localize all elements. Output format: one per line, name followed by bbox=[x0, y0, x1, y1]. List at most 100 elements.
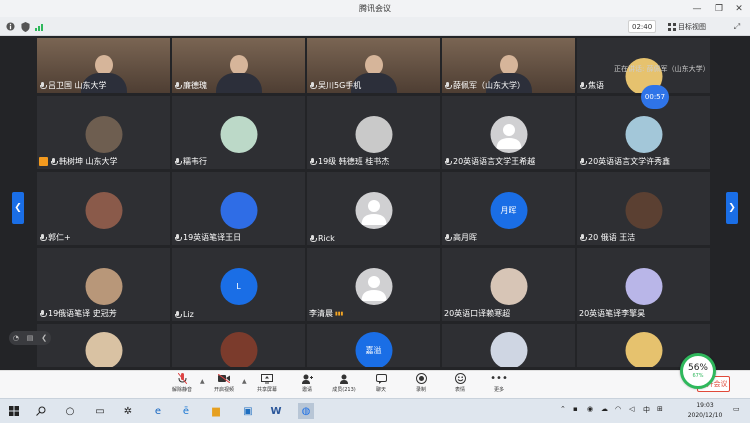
participant-tile[interactable]: 薛佩军（山东大学） bbox=[442, 38, 575, 93]
taskview-icon[interactable]: ○ bbox=[62, 403, 78, 419]
tray-up-icon[interactable]: ⌃ bbox=[560, 405, 566, 413]
participant-tile[interactable]: 吕卫国 山东大学 bbox=[37, 38, 170, 93]
more-button[interactable]: ••• 更多 bbox=[482, 373, 516, 397]
participant-avatar bbox=[490, 116, 527, 153]
mic-icon bbox=[174, 81, 182, 90]
video-label: 开启视频 bbox=[213, 387, 234, 393]
mic-icon bbox=[579, 233, 587, 242]
close-icon[interactable]: ✕ bbox=[728, 0, 750, 17]
volume-icon[interactable]: ◁ bbox=[629, 405, 634, 413]
mute-button[interactable]: 解除静音 bbox=[165, 373, 199, 397]
participant-tile[interactable]: 吴川5G手机 bbox=[307, 38, 440, 93]
participant-tile[interactable]: 月晖 高月晖 bbox=[442, 172, 575, 245]
network-gauge[interactable]: 56% 67% bbox=[680, 353, 716, 389]
participant-tile[interactable]: 19级 韩德班 桂书杰 bbox=[307, 96, 440, 169]
participant-tile[interactable]: 嘉溢 bbox=[307, 324, 440, 367]
record-button[interactable]: 录制 bbox=[404, 373, 438, 397]
next-page-button[interactable]: ❯ bbox=[726, 192, 738, 224]
pinwheel-icon[interactable]: ✲ bbox=[120, 403, 136, 419]
participant-tile[interactable]: 李清晨 ▮▮▮ bbox=[307, 248, 440, 321]
share-screen-label: 共享屏幕 bbox=[256, 387, 277, 393]
reaction-button[interactable]: 表情 bbox=[443, 373, 477, 397]
ie-icon[interactable]: ē bbox=[178, 403, 194, 419]
mic-icon bbox=[39, 81, 47, 90]
collapse-icon[interactable]: ❮ bbox=[41, 334, 47, 342]
headset-icon[interactable]: ◔ bbox=[13, 334, 19, 342]
video-options-caret[interactable]: ▲ bbox=[242, 378, 247, 385]
participant-name: 19级 韩德班 桂书杰 bbox=[309, 156, 389, 167]
participant-tile[interactable] bbox=[442, 324, 575, 367]
members-button[interactable]: 成员(213) bbox=[327, 373, 361, 397]
participant-name-text: 20英语笔译李擎昊 bbox=[579, 309, 646, 318]
prev-page-button[interactable]: ❮ bbox=[12, 192, 24, 224]
view-switch-button[interactable]: 目标视图 bbox=[668, 20, 706, 33]
mute-label: 解除静音 bbox=[171, 387, 192, 393]
restore-icon[interactable]: ❐ bbox=[708, 0, 730, 17]
participant-tile[interactable]: 糯韦行 bbox=[172, 96, 305, 169]
mic-icon bbox=[50, 157, 58, 166]
notification-icon[interactable]: ▭ bbox=[733, 405, 740, 413]
screen-app-icon[interactable]: ▣ bbox=[240, 403, 256, 419]
mute-options-caret[interactable]: ▲ bbox=[200, 378, 205, 385]
participant-tile[interactable]: 20英语口译赖寒超 bbox=[442, 248, 575, 321]
mic-icon bbox=[39, 309, 47, 318]
wifi-icon[interactable]: ◠ bbox=[615, 405, 621, 413]
participant-tile[interactable]: 廉德瑰 bbox=[172, 38, 305, 93]
fullscreen-icon[interactable]: ⤢ bbox=[730, 20, 744, 33]
tray-wechat-icon[interactable]: ◉ bbox=[587, 405, 593, 413]
participant-tile[interactable]: 韩树坤 山东大学 bbox=[37, 96, 170, 169]
participant-name: 李清晨 ▮▮▮ bbox=[309, 308, 343, 319]
participant-tile[interactable]: 20英语语言文学许秀鑫 bbox=[577, 96, 710, 169]
edge-icon[interactable]: e bbox=[150, 403, 166, 419]
participant-name: Rick bbox=[309, 234, 335, 243]
participant-name: 19英语笔译王日 bbox=[174, 232, 241, 243]
mic-icon bbox=[309, 234, 317, 243]
share-screen-button[interactable]: 共享屏幕 bbox=[250, 373, 284, 397]
signal-icon[interactable] bbox=[34, 20, 46, 33]
participant-tile[interactable]: L Liz bbox=[172, 248, 305, 321]
participant-name: 20 俄语 王洁 bbox=[579, 232, 635, 243]
windows-icon[interactable] bbox=[6, 403, 22, 419]
ime-mode-icon[interactable]: ⊞ bbox=[657, 405, 663, 413]
record-label: 录制 bbox=[415, 387, 426, 393]
participant-tile[interactable]: 19英语笔译王日 bbox=[172, 172, 305, 245]
tencent-meeting-window: 腾讯会议 — ❐ ✕ 02:40 目标视图 ⤢ 吕卫国 山东大学 廉德瑰 吴川5G手… bbox=[0, 0, 750, 423]
taskview-windows-icon[interactable]: ▭ bbox=[92, 403, 108, 419]
chat-icon[interactable]: ▤ bbox=[27, 334, 34, 342]
search-icon[interactable] bbox=[33, 403, 49, 419]
participant-tile[interactable]: Rick bbox=[307, 172, 440, 245]
participant-name: 20英语语言文学许秀鑫 bbox=[579, 156, 670, 167]
floating-tools[interactable]: ◔ ▤ ❮ bbox=[9, 331, 51, 345]
participant-tile[interactable] bbox=[37, 324, 170, 367]
explorer-icon[interactable]: ▆ bbox=[208, 403, 224, 419]
participant-tile[interactable] bbox=[172, 324, 305, 367]
participant-tile[interactable]: 20英语语言文学王希越 bbox=[442, 96, 575, 169]
mic-icon bbox=[309, 81, 317, 90]
tray-app-icon[interactable]: ▪ bbox=[573, 405, 578, 413]
tencent-meeting-icon[interactable]: ◍ bbox=[298, 403, 314, 419]
info-icon[interactable] bbox=[4, 20, 16, 33]
tray-cloud-icon[interactable]: ☁ bbox=[601, 405, 608, 413]
minimize-icon[interactable]: — bbox=[686, 0, 708, 17]
countdown-bubble[interactable]: 00:57 bbox=[641, 85, 669, 109]
participant-tile[interactable]: 20英语笔译李擎昊 bbox=[577, 248, 710, 321]
participant-name-text: 高月晖 bbox=[453, 233, 477, 242]
participant-avatar bbox=[355, 268, 392, 305]
participant-tile[interactable]: 20 俄语 王洁 bbox=[577, 172, 710, 245]
shield-icon[interactable] bbox=[19, 20, 31, 33]
system-clock[interactable]: 19:03 2020/12/10 bbox=[685, 401, 725, 421]
invite-button[interactable]: 邀请 bbox=[290, 373, 324, 397]
video-button[interactable]: 开启视频 bbox=[207, 373, 241, 397]
org-badge-icon bbox=[39, 157, 48, 166]
reaction-label: 表情 bbox=[454, 387, 465, 393]
mic-icon bbox=[174, 157, 182, 166]
participant-name-text: 糯韦行 bbox=[183, 157, 207, 166]
ime-language-indicator[interactable]: 中 bbox=[643, 405, 650, 415]
mic-icon bbox=[39, 233, 47, 242]
participant-tile[interactable]: 19俄语笔译 史冠芳 bbox=[37, 248, 170, 321]
camera-off-icon bbox=[218, 373, 230, 384]
chat-button[interactable]: 聊天 bbox=[364, 373, 398, 397]
participant-tile[interactable]: 郭仁+ bbox=[37, 172, 170, 245]
word-icon[interactable]: W bbox=[268, 403, 284, 419]
participant-name: 20英语笔译李擎昊 bbox=[579, 308, 645, 319]
